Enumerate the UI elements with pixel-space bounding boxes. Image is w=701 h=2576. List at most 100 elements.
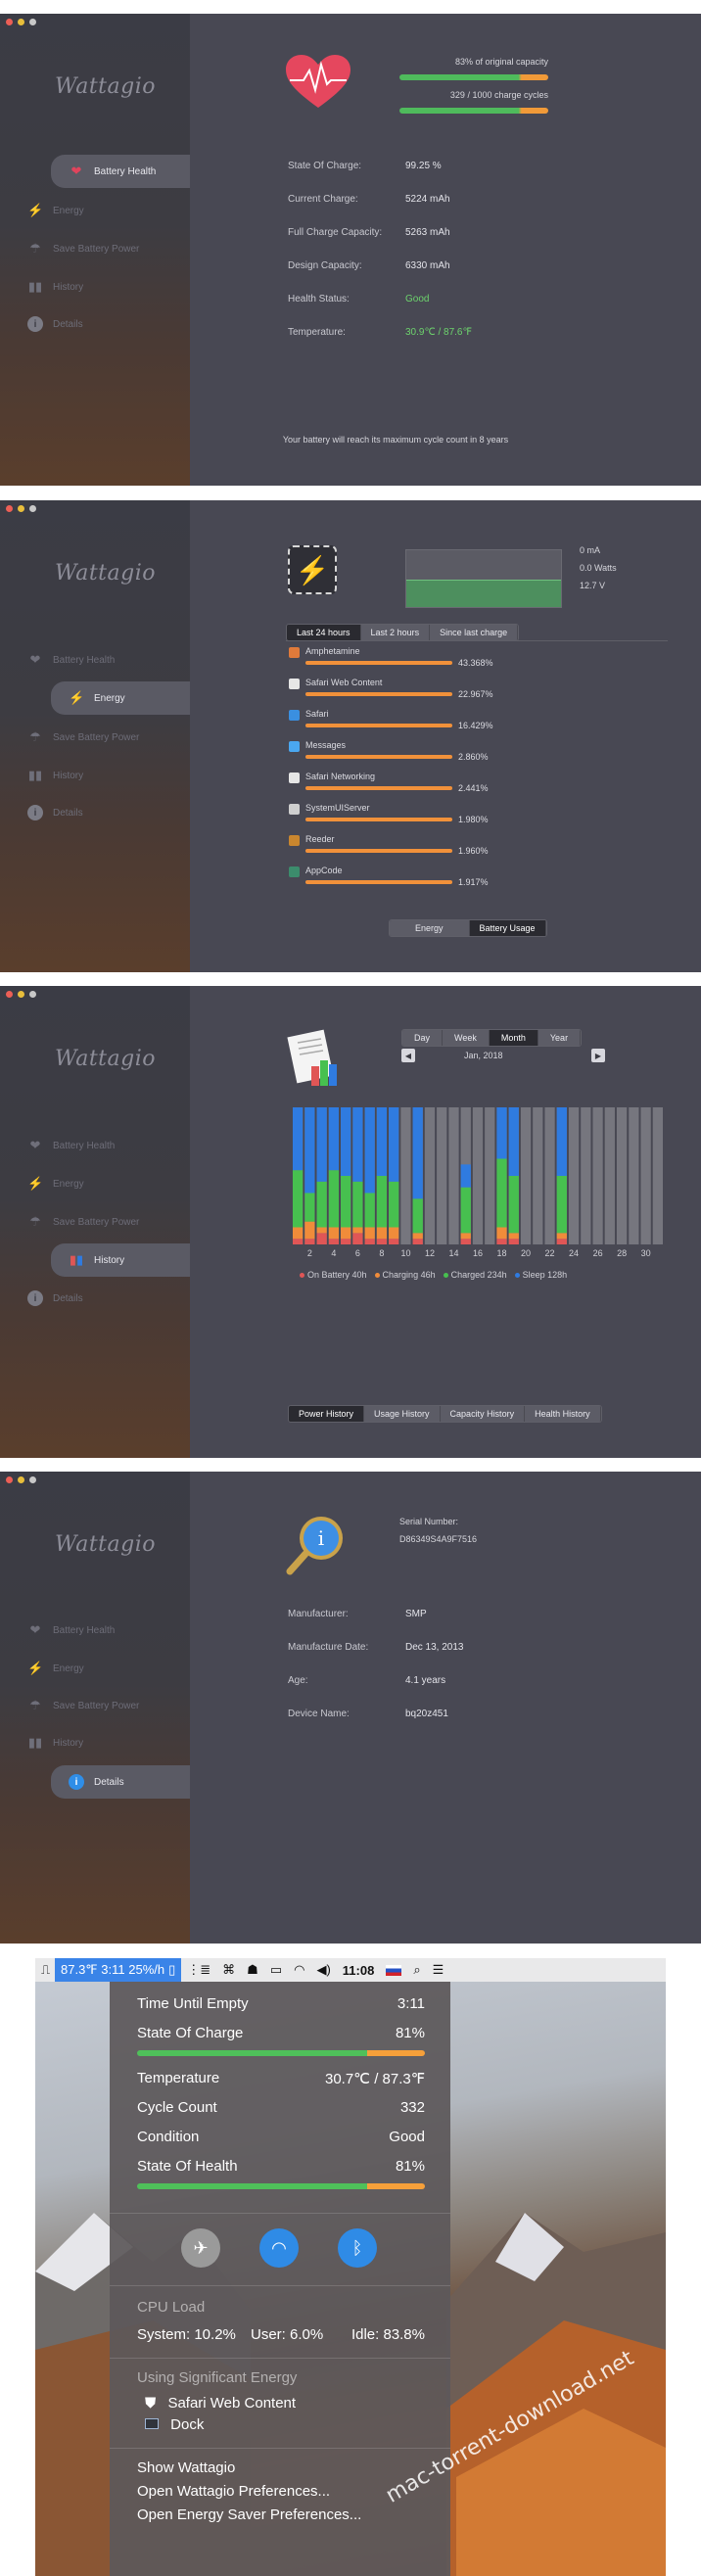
bar-segment-sleep <box>412 1107 423 1199</box>
bar-segment-charged <box>304 1193 315 1222</box>
sidebar-item-save-battery-power[interactable]: ☂ Save Battery Power <box>27 1695 139 1716</box>
sidebar-item-details[interactable]: i Details <box>27 1288 83 1309</box>
sidebar-item-save-battery-power[interactable]: ☂ Save Battery Power <box>27 726 139 748</box>
history-window: Wattagio ❤ Battery Health ⚡ Energy ☂ Sav… <box>0 986 701 1458</box>
next-month-button[interactable]: ▶ <box>591 1049 605 1062</box>
tab-week[interactable]: Week <box>443 1030 490 1046</box>
app-energy-row[interactable]: Safari 16.429% <box>286 709 580 738</box>
show-wattagio-menu-item[interactable]: Show Wattagio <box>137 2459 425 2476</box>
bar-segment-charged <box>341 1176 351 1228</box>
tab-power-history[interactable]: Power History <box>289 1406 365 1422</box>
app-energy-row[interactable]: Safari Networking 2.441% <box>286 772 580 801</box>
x-tick-label: 12 <box>425 1248 435 1258</box>
month-label: Jan, 2018 <box>464 1051 503 1060</box>
state-of-health-label: State Of Health <box>137 2158 238 2175</box>
umbrella-icon: ☂ <box>29 729 41 744</box>
sidebar-item-battery-health[interactable]: ❤ Battery Health <box>27 1135 116 1156</box>
sidebar-item-details[interactable]: i Details <box>27 802 83 823</box>
chart-icon: ▮▮ <box>27 1735 43 1750</box>
airplane-toggle-icon[interactable]: ✈ <box>181 2228 220 2268</box>
usb-icon[interactable]: ⎍ <box>35 1958 55 1982</box>
tab-year[interactable]: Year <box>537 1030 582 1046</box>
details-row: Manufacture Date: Dec 13, 2013 <box>288 1642 582 1656</box>
bar-segment-on-battery <box>389 1239 399 1244</box>
app-energy-row[interactable]: SystemUIServer 1.980% <box>286 803 580 832</box>
bar-segment-sleep <box>293 1107 304 1171</box>
prev-month-button[interactable]: ◀ <box>401 1049 415 1062</box>
app-energy-row[interactable]: AppCode 1.917% <box>286 866 580 895</box>
close-button[interactable] <box>6 19 13 25</box>
clock[interactable]: 11:08 <box>337 1958 381 1982</box>
sidebar-item-details[interactable]: i Details <box>27 313 83 335</box>
sidebar-item-label: Details <box>53 1292 83 1304</box>
app-icon <box>289 835 300 846</box>
app-energy-row[interactable]: Reeder 1.960% <box>286 834 580 864</box>
cycle-count-label: Cycle Count <box>137 2099 217 2116</box>
sidebar-item-battery-health[interactable]: ❤ Battery Health <box>27 649 116 671</box>
app-energy-row[interactable]: Amphetamine 43.368% <box>286 646 580 676</box>
wifi-toggle-icon[interactable]: ◠ <box>259 2228 299 2268</box>
sidebar-item-history[interactable]: ▮▮ History <box>27 276 83 298</box>
display-icon[interactable]: ▭ <box>264 1958 288 1982</box>
tab-energy[interactable]: Energy <box>390 920 470 936</box>
bluetooth-toggle-icon[interactable]: ᛒ <box>338 2228 377 2268</box>
tab-since-last-charge[interactable]: Since last charge <box>430 625 519 640</box>
main-panel: Day Week Month Year ◀ Jan, 2018 ▶ 2 4 6 8 10… <box>190 986 701 1458</box>
sidebar-item-history[interactable]: ▮▮ History <box>27 1732 83 1754</box>
state-of-charge-value: 81% <box>395 2025 425 2041</box>
sidebar-item-energy[interactable]: ⚡ Energy <box>27 1658 84 1679</box>
wifi-strength-icon[interactable]: ⋮≣ <box>181 1958 216 1982</box>
zoom-button[interactable] <box>29 505 36 512</box>
search-icon[interactable]: ⌕ <box>407 1958 426 1982</box>
tab-last-2-hours[interactable]: Last 2 hours <box>360 625 431 640</box>
power-graph-fill <box>406 580 561 607</box>
close-button[interactable] <box>6 991 13 998</box>
input-flag-icon[interactable] <box>380 1958 407 1982</box>
health-row-label: Full Charge Capacity: <box>288 227 383 238</box>
sidebar-item-battery-health[interactable]: ❤ Battery Health <box>27 1619 116 1641</box>
minimize-button[interactable] <box>18 19 24 25</box>
close-button[interactable] <box>6 1476 13 1483</box>
cat-icon[interactable]: ☗ <box>241 1958 264 1982</box>
zoom-button[interactable] <box>29 991 36 998</box>
sidebar-item-energy[interactable]: ⚡ Energy <box>27 1173 84 1194</box>
app-energy-row[interactable]: Messages 2.860% <box>286 740 580 770</box>
tab-last-24-hours[interactable]: Last 24 hours <box>287 625 361 640</box>
sidebar-item-history[interactable]: ▮▮ History <box>27 765 83 786</box>
energy-app-label: Safari Web Content <box>167 2395 297 2412</box>
minimize-button[interactable] <box>18 991 24 998</box>
sidebar-item-energy[interactable]: ⚡ Energy <box>27 200 84 221</box>
bar-segment-charged <box>496 1158 507 1228</box>
tab-capacity-history[interactable]: Capacity History <box>440 1406 526 1422</box>
x-tick-label: 6 <box>355 1248 360 1258</box>
close-button[interactable] <box>6 505 13 512</box>
app-name: Reeder <box>305 834 335 844</box>
tab-month[interactable]: Month <box>489 1030 538 1046</box>
bolt-icon: ⚡ <box>27 1176 44 1191</box>
sidebar-item-battery-health[interactable]: ❤ Battery Health <box>51 155 190 188</box>
minimize-button[interactable] <box>18 1476 24 1483</box>
wifi-icon[interactable]: ◠ <box>288 1958 310 1982</box>
open-energy-saver-preferences-menu-item[interactable]: Open Energy Saver Preferences... <box>137 2506 425 2523</box>
tab-battery-usage[interactable]: Battery Usage <box>469 920 546 936</box>
energy-app-safari-web-content[interactable]: ⛊ Safari Web Content <box>145 2395 433 2412</box>
sidebar-item-history[interactable]: ▮▮ History <box>51 1243 190 1277</box>
zoom-button[interactable] <box>29 19 36 25</box>
volume-icon[interactable]: ◀) <box>310 1958 336 1982</box>
tab-day[interactable]: Day <box>402 1030 444 1046</box>
minimize-button[interactable] <box>18 505 24 512</box>
app-icon <box>289 773 300 783</box>
command-icon[interactable]: ⌘ <box>216 1958 241 1982</box>
zoom-button[interactable] <box>29 1476 36 1483</box>
app-energy-row[interactable]: Safari Web Content 22.967% <box>286 678 580 707</box>
app-name: Amphetamine <box>305 646 360 656</box>
wattagio-menubar-item[interactable]: 87.3℉ 3:11 25%/h ▯ <box>55 1958 182 1982</box>
sidebar-item-energy[interactable]: ⚡ Energy <box>51 681 190 715</box>
tab-health-history[interactable]: Health History <box>525 1406 601 1422</box>
sidebar-item-save-battery-power[interactable]: ☂ Save Battery Power <box>27 1211 139 1233</box>
energy-app-dock[interactable]: Dock <box>145 2416 433 2433</box>
sidebar-item-save-battery-power[interactable]: ☂ Save Battery Power <box>27 238 139 259</box>
tab-usage-history[interactable]: Usage History <box>364 1406 441 1422</box>
sidebar-item-details[interactable]: i Details <box>51 1765 190 1799</box>
notification-center-icon[interactable]: ☰ <box>427 1958 450 1982</box>
